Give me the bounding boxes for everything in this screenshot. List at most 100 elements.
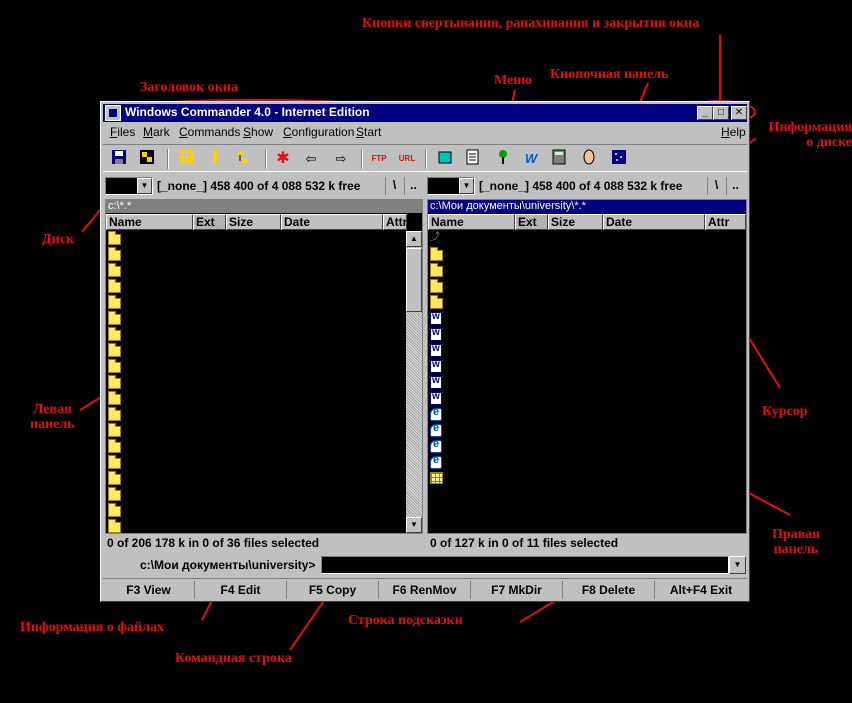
right-root-button[interactable]: \ (707, 177, 725, 195)
command-input[interactable] (321, 556, 729, 574)
left-root-button[interactable]: \ (385, 177, 403, 195)
column-size[interactable]: Size (226, 214, 281, 230)
list-item[interactable] (108, 407, 122, 422)
paint-icon[interactable] (493, 149, 513, 169)
minimize-button[interactable]: _ (697, 106, 713, 120)
list-item[interactable] (108, 311, 122, 326)
list-item[interactable] (430, 263, 444, 278)
back-arrow-icon[interactable]: ⇦ (301, 149, 321, 169)
grid-icon[interactable] (177, 149, 197, 169)
list-item[interactable]: ⤴ (430, 232, 444, 246)
ftp-icon[interactable]: FTP (369, 149, 389, 169)
chevron-down-icon[interactable]: ▼ (729, 556, 746, 574)
list-item[interactable] (108, 295, 122, 310)
column-date[interactable]: Date (603, 214, 705, 230)
f6-renmov-button[interactable]: F6 RenMov (379, 581, 471, 599)
scroll-down-button[interactable]: ▼ (406, 517, 422, 533)
menu-commands[interactable]: Commands (179, 125, 240, 139)
save-icon[interactable] (109, 149, 129, 169)
list-item[interactable] (430, 422, 444, 438)
right-file-panel[interactable]: c:\Мои документы\university\*.* Name Ext… (427, 199, 747, 534)
left-drive-select[interactable]: ▼ (105, 177, 153, 195)
list-item[interactable] (430, 295, 444, 310)
list-item[interactable] (430, 359, 444, 374)
list-item[interactable] (108, 487, 122, 502)
column-date[interactable]: Date (281, 214, 383, 230)
list-item[interactable] (108, 343, 122, 358)
menu-show[interactable]: Show (243, 125, 273, 139)
url-icon[interactable]: URL (397, 149, 417, 169)
tree-icon[interactable] (233, 149, 253, 169)
list-item[interactable] (430, 279, 444, 294)
scroll-thumb[interactable] (406, 248, 422, 312)
menu-start[interactable]: Start (356, 125, 381, 139)
list-item[interactable] (108, 327, 122, 342)
f8-delete-button[interactable]: F8 Delete (563, 581, 655, 599)
column-attr[interactable]: Attr (705, 214, 746, 230)
face-icon[interactable] (579, 149, 599, 169)
maximize-button[interactable]: □ (713, 106, 729, 120)
list-item[interactable] (430, 247, 444, 262)
calc-icon[interactable] (549, 149, 569, 169)
chevron-down-icon[interactable]: ▼ (137, 178, 152, 194)
menu-mark[interactable]: Mark (143, 125, 170, 139)
list-item[interactable] (108, 503, 122, 518)
title-bar[interactable]: Windows Commander 4.0 - Internet Edition… (103, 104, 747, 122)
right-up-button[interactable]: .. (726, 177, 744, 195)
close-button[interactable]: ✕ (731, 106, 747, 120)
f5-copy-button[interactable]: F5 Copy (287, 581, 379, 599)
list-item[interactable] (430, 311, 444, 326)
list-item[interactable] (430, 472, 444, 486)
list-item[interactable] (430, 343, 444, 358)
list-item[interactable] (108, 455, 122, 470)
list-item[interactable] (108, 423, 122, 438)
f3-view-button[interactable]: F3 View (103, 581, 195, 599)
left-file-panel[interactable]: c:\*.* Name Ext Size Date Attr ▲ ▼ (105, 199, 423, 534)
pack-icon[interactable] (137, 149, 157, 169)
menu-configuration[interactable]: Configuration (283, 125, 354, 139)
right-drive-select[interactable]: ▼ (427, 177, 475, 195)
star-icon[interactable]: ✱ (273, 149, 293, 169)
f4-edit-button[interactable]: F4 Edit (195, 581, 287, 599)
chevron-down-icon[interactable]: ▼ (459, 178, 474, 194)
left-up-button[interactable]: .. (404, 177, 422, 195)
left-path-bar[interactable]: c:\*.* (106, 200, 422, 213)
app-icon[interactable] (105, 105, 121, 121)
f7-mkdir-button[interactable]: F7 MkDir (471, 581, 563, 599)
list-item[interactable] (108, 519, 122, 534)
list-item[interactable] (430, 375, 444, 390)
column-ext[interactable]: Ext (193, 214, 226, 230)
window-title: Windows Commander 4.0 - Internet Edition (125, 105, 370, 119)
list-item[interactable] (108, 231, 122, 246)
list-item[interactable] (430, 454, 444, 470)
list-item[interactable] (430, 406, 444, 422)
doc-icon[interactable] (463, 149, 483, 169)
list-item[interactable] (430, 438, 444, 454)
column-ext[interactable]: Ext (515, 214, 548, 230)
sort-icon[interactable] (205, 149, 225, 169)
screen-icon[interactable] (609, 149, 629, 169)
alt-f4-exit-button[interactable]: Alt+F4 Exit (655, 581, 747, 599)
list-item[interactable] (108, 359, 122, 374)
list-item[interactable] (108, 439, 122, 454)
column-size[interactable]: Size (548, 214, 603, 230)
column-name[interactable]: Name (106, 214, 193, 230)
menu-help[interactable]: Help (721, 125, 746, 139)
left-scrollbar[interactable]: ▲ ▼ (406, 231, 422, 533)
list-item[interactable] (108, 247, 122, 262)
list-item[interactable] (430, 327, 444, 342)
scroll-up-button[interactable]: ▲ (406, 231, 422, 247)
menu-files[interactable]: Files (110, 125, 135, 139)
notepad-icon[interactable] (435, 149, 455, 169)
list-item[interactable] (108, 391, 122, 406)
column-name[interactable]: Name (428, 214, 515, 230)
list-item[interactable] (108, 279, 122, 294)
list-item[interactable] (430, 391, 444, 406)
list-item[interactable] (108, 471, 122, 486)
word-icon[interactable]: W (521, 149, 541, 169)
list-item[interactable] (108, 375, 122, 390)
forward-arrow-icon[interactable]: ⇨ (331, 149, 351, 169)
column-attr[interactable]: Attr (383, 214, 407, 230)
list-item[interactable] (108, 263, 122, 278)
right-path-bar[interactable]: c:\Мои документы\university\*.* (428, 200, 746, 213)
